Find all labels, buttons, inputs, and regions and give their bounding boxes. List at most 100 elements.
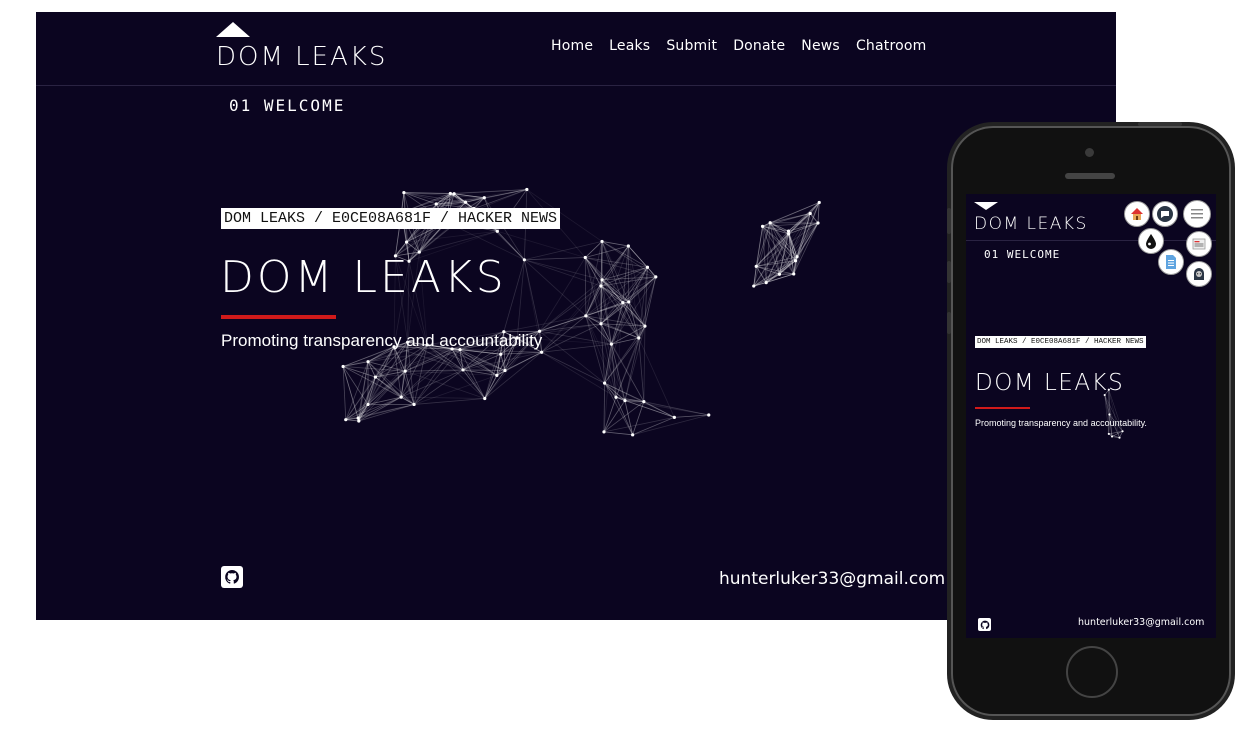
hero-title: DOM LEAKS: [220, 252, 507, 303]
nav-chatroom[interactable]: Chatroom: [856, 38, 927, 54]
network-line: [624, 326, 646, 401]
home-icon[interactable]: [1124, 201, 1150, 227]
network-node: [404, 240, 409, 244]
network-node: [792, 272, 796, 276]
network-line: [643, 401, 675, 418]
network-node: [403, 369, 407, 373]
network-node: [452, 192, 456, 196]
nav-donate[interactable]: Donate: [733, 38, 785, 54]
network-node: [631, 433, 635, 437]
network-line: [604, 301, 630, 384]
network-line: [541, 351, 617, 398]
network-node: [1108, 413, 1111, 416]
network-line: [345, 419, 359, 422]
network-node: [434, 202, 438, 206]
section-label: 01 WELCOME: [229, 96, 346, 115]
mobile-section-label: 01 WELCOME: [984, 248, 1061, 261]
network-node: [522, 258, 526, 262]
phone-camera: [1085, 148, 1094, 157]
nav-leaks[interactable]: Leaks: [609, 38, 650, 54]
mobile-hero-title: DOM LEAKS: [975, 370, 1125, 396]
phone-speaker: [1065, 173, 1115, 179]
hacker-icon[interactable]: [1186, 261, 1212, 287]
network-line: [462, 351, 542, 371]
github-icon[interactable]: [221, 566, 243, 588]
news-icon[interactable]: [1186, 231, 1212, 257]
network-node: [341, 364, 345, 369]
network-node: [495, 229, 499, 233]
network-node: [448, 191, 452, 196]
logo-triangle-icon: [216, 22, 250, 37]
network-node: [463, 200, 468, 204]
phone-home-button: [1066, 646, 1118, 698]
network-node: [795, 255, 799, 259]
accent-underline: [221, 315, 336, 319]
network-node: [760, 224, 765, 228]
network-node: [499, 352, 503, 356]
network-node: [600, 278, 604, 282]
network-line: [624, 400, 634, 435]
network-line: [603, 400, 626, 433]
network-node: [602, 430, 606, 434]
phone-volume-up: [947, 261, 951, 283]
hamburger-menu-icon[interactable]: [1183, 200, 1211, 228]
network-line: [414, 398, 485, 405]
network-node: [599, 284, 603, 288]
main-nav: Home Leaks Submit Donate News Chatroom: [551, 38, 926, 54]
phone-mute-switch: [947, 208, 951, 234]
mobile-contact-email-link[interactable]: hunterluker33@gmail.com: [1078, 617, 1204, 628]
document-icon[interactable]: [1158, 249, 1184, 275]
network-node: [461, 368, 465, 372]
nav-submit[interactable]: Submit: [666, 38, 717, 54]
network-node: [583, 255, 587, 260]
site-logo[interactable]: DOM LEAKS: [216, 42, 387, 72]
mobile-site-logo[interactable]: DOM LEAKS: [974, 214, 1088, 234]
network-node: [503, 368, 507, 373]
network-node: [654, 275, 658, 279]
network-node: [752, 284, 756, 288]
network-node: [817, 200, 821, 205]
nav-news[interactable]: News: [801, 38, 840, 54]
network-line: [628, 245, 648, 268]
chat-icon[interactable]: [1152, 201, 1178, 227]
site-header: DOM LEAKS Home Leaks Submit Donate News …: [36, 12, 1116, 86]
mobile-logo-triangle-icon: [974, 202, 998, 210]
phone-frame: DOM LEAKS 01 WELCOME DOM LEAKS / E0CE08A…: [947, 122, 1231, 716]
network-node: [614, 395, 618, 399]
network-node: [1110, 435, 1114, 438]
mobile-github-icon[interactable]: [978, 618, 991, 631]
network-node: [525, 187, 529, 192]
network-node: [626, 244, 630, 248]
contact-email-link[interactable]: hunterluker33@gmail.com: [719, 569, 945, 589]
network-node: [412, 402, 416, 407]
network-node: [627, 300, 631, 304]
network-node: [357, 419, 361, 423]
network-node: [672, 415, 676, 419]
network-node: [1118, 436, 1121, 439]
network-node: [495, 373, 499, 377]
drop-icon[interactable]: [1138, 228, 1164, 254]
network-node: [793, 259, 798, 263]
network-node: [373, 375, 378, 379]
nav-home[interactable]: Home: [551, 38, 593, 54]
network-node: [540, 350, 544, 354]
network-node: [603, 381, 607, 385]
network-node: [645, 265, 650, 269]
network-node: [483, 396, 487, 401]
network-node: [609, 342, 614, 346]
network-node: [623, 398, 627, 403]
network-node: [764, 281, 768, 285]
network-node: [808, 211, 812, 216]
network-line: [541, 351, 605, 384]
mobile-breadcrumb: DOM LEAKS / E0CE08A681F / HACKER NEWS: [975, 336, 1146, 348]
network-node: [787, 232, 791, 236]
network-node: [643, 324, 647, 328]
network-node: [621, 301, 625, 305]
network-node: [366, 402, 370, 407]
network-line: [603, 416, 675, 433]
network-node: [599, 322, 603, 326]
network-line: [584, 257, 587, 316]
network-node: [642, 400, 646, 404]
network-node: [356, 416, 360, 420]
network-node: [344, 418, 348, 422]
